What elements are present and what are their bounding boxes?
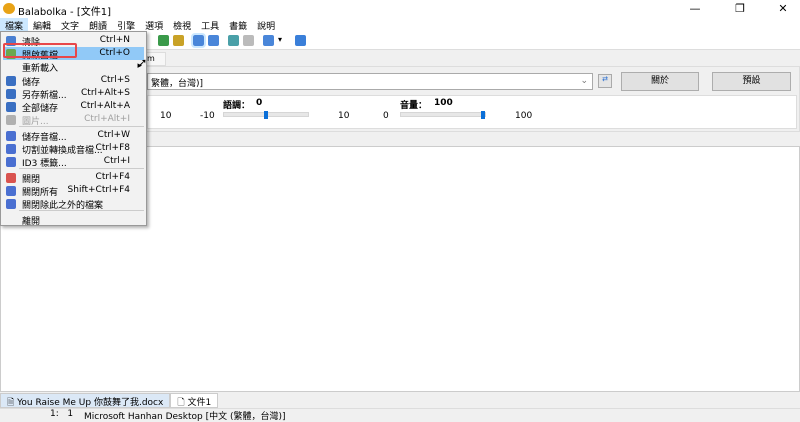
chevron-down-icon: ⌄ (580, 76, 588, 86)
menu-engine[interactable]: 引擎 (112, 18, 140, 32)
chevron-down-icon[interactable]: ▾ (278, 35, 282, 44)
split-audio-icon (6, 144, 16, 154)
mouse-cursor-icon: ➚ (138, 56, 148, 69)
toolbar-doc-icon[interactable] (191, 33, 206, 48)
doc-tab-label: You Raise Me Up 你鼓舞了我.docx (17, 398, 164, 408)
maximize-button[interactable]: ❐ (725, 0, 755, 18)
window-title: Balabolka - [文件1] (18, 7, 112, 18)
app-logo-icon (3, 3, 15, 14)
toolbar-convert-icon[interactable] (228, 35, 239, 46)
menu-item[interactable]: 關閉所有 Shift+Ctrl+F4 (3, 184, 144, 198)
toolbar-dropdown-icon[interactable] (263, 35, 274, 46)
pitch-min: -10 (200, 111, 215, 121)
menu-speech[interactable]: 朗讀 (84, 18, 112, 32)
document-icon: 🗎 (7, 398, 18, 408)
menu-item[interactable]: 離開 (3, 213, 144, 227)
highlight-annotation (3, 43, 77, 58)
menu-item-label: 離開 (22, 217, 41, 227)
menu-item[interactable]: 另存新檔... Ctrl+Alt+S (3, 87, 144, 101)
title-bar: Balabolka - [文件1] — ❐ ✕ (0, 0, 800, 18)
voice-select[interactable]: 繁體，台灣)] ⌄ (147, 73, 593, 90)
menu-item-shortcut: Ctrl+S (100, 75, 130, 85)
volume-slider[interactable] (400, 111, 486, 119)
menu-options[interactable]: 選項 (140, 18, 168, 32)
voice-settings-icon[interactable]: ⇄ (598, 74, 612, 88)
menu-item[interactable]: 儲存音檔... Ctrl+W (3, 129, 144, 143)
menu-item[interactable]: ID3 標籤... Ctrl+I (3, 155, 144, 169)
status-bar: 1: 1 Microsoft Hanhan Desktop [中文 (繁體，台灣… (0, 408, 800, 422)
menu-item-shortcut: Ctrl+I (103, 156, 130, 166)
volume-slider-thumb[interactable] (481, 111, 485, 119)
pitch-max: 10 (338, 111, 350, 121)
help-icon[interactable] (295, 35, 306, 46)
menu-item[interactable]: 全部儲存 Ctrl+Alt+A (3, 100, 144, 114)
default-button[interactable]: 預設 (712, 72, 791, 91)
menu-separator (19, 168, 144, 169)
menu-item[interactable]: 關閉 Ctrl+F4 (3, 171, 144, 185)
menu-item-shortcut: Ctrl+Alt+S (81, 88, 130, 98)
status-voice: Microsoft Hanhan Desktop [中文 (繁體，台灣)] (84, 412, 286, 422)
menu-bar: 檔案 編輯 文字 朗讀 引擎 選項 檢視 工具 書籤 說明 (0, 18, 800, 32)
menu-separator (19, 210, 144, 211)
voice-select-value: 繁體，台灣)] (151, 79, 204, 89)
about-button[interactable]: 關於 (621, 72, 699, 91)
toolbar-pause-icon[interactable] (173, 35, 184, 46)
menu-item-shortcut: Ctrl+F4 (95, 172, 130, 182)
menu-item-shortcut: Ctrl+F8 (95, 143, 130, 153)
menu-item[interactable]: 關閉除此之外的檔案 (3, 197, 144, 211)
save-as-icon (6, 89, 16, 99)
document-icon: 🗋 (177, 398, 188, 408)
menu-item-shortcut: Ctrl+N (99, 35, 130, 45)
close-x-icon (6, 173, 16, 183)
menu-item-label: 重新載入 (22, 64, 59, 74)
close-others-icon (6, 199, 16, 209)
volume-value: 100 (434, 98, 453, 108)
toolbar-book-icon[interactable] (208, 35, 219, 46)
pitch-label: 語調： (223, 101, 251, 111)
menu-tools[interactable]: 工具 (196, 18, 224, 32)
menu-separator (19, 126, 144, 127)
menu-item[interactable]: 切割並轉換成音檔... Ctrl+F8 (3, 142, 144, 156)
doc-tab-docx[interactable]: 🗎 You Raise Me Up 你鼓舞了我.docx (0, 393, 171, 408)
close-all-icon (6, 186, 16, 196)
picture-icon (6, 115, 16, 125)
doc-tab-file1[interactable]: 🗋 文件1 (170, 393, 219, 408)
save-icon (6, 76, 16, 86)
pitch-value: 0 (256, 98, 263, 108)
toolbar-play-icon[interactable] (158, 35, 169, 46)
menu-view[interactable]: 檢視 (168, 18, 196, 32)
toolbar-audio-icon[interactable] (243, 35, 254, 46)
cursor-position: 1: 1 (50, 409, 74, 419)
menu-item[interactable]: 圖片... Ctrl+Alt+I (3, 113, 144, 127)
pitch-slider[interactable] (223, 111, 309, 119)
document-tabs: 🗎 You Raise Me Up 你鼓舞了我.docx 🗋 文件1 (0, 393, 800, 408)
menu-item-shortcut: Shift+Ctrl+F4 (67, 185, 130, 195)
close-button[interactable]: ✕ (768, 0, 798, 18)
file-menu-dropdown: 清除 Ctrl+N 開啟舊檔... Ctrl+O 重新載入 ▸ 儲存 Ctrl+S 另存新檔..… (0, 31, 147, 227)
menu-item[interactable]: 重新載入 ▸ (3, 60, 144, 74)
menu-item-shortcut: Ctrl+Alt+A (80, 101, 130, 111)
menu-bookmarks[interactable]: 書籤 (224, 18, 252, 32)
menu-item-shortcut: Ctrl+W (97, 130, 130, 140)
menu-item-shortcut: Ctrl+Alt+I (84, 114, 130, 124)
menu-file[interactable]: 檔案 (0, 18, 29, 32)
menu-item-shortcut: Ctrl+O (99, 48, 130, 58)
id3-icon (6, 157, 16, 167)
menu-help[interactable]: 說明 (252, 18, 280, 32)
doc-tab-label: 文件1 (187, 398, 212, 408)
volume-min: 0 (383, 111, 389, 121)
menu-edit[interactable]: 編輯 (28, 18, 56, 32)
menu-item[interactable]: 儲存 Ctrl+S (3, 74, 144, 88)
save-all-icon (6, 102, 16, 112)
sliders-panel: 10 -10 語調： 0 10 0 音量： 100 100 (147, 95, 797, 129)
volume-max: 100 (515, 111, 533, 121)
menu-text[interactable]: 文字 (56, 18, 84, 32)
volume-label: 音量： (400, 101, 428, 111)
rate-max: 10 (160, 111, 172, 121)
pitch-slider-thumb[interactable] (264, 111, 268, 119)
save-audio-icon (6, 131, 16, 141)
minimize-button[interactable]: — (680, 0, 710, 18)
